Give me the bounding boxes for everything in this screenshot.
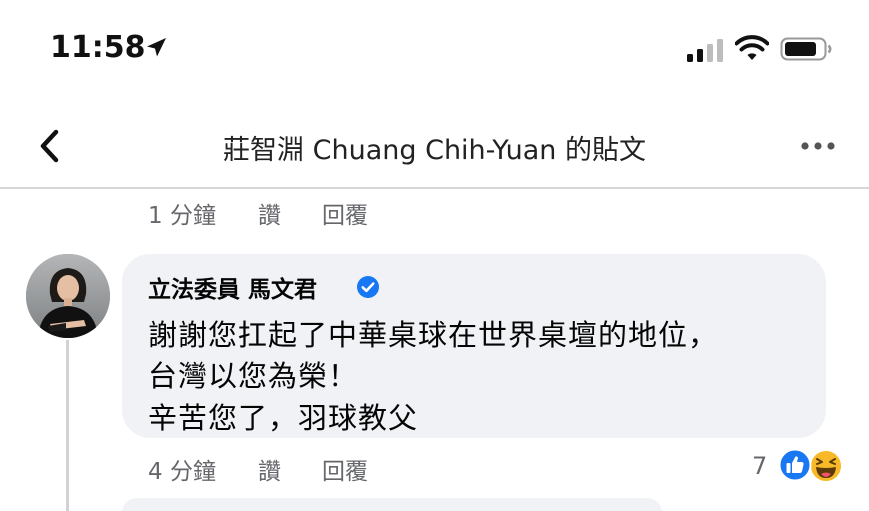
comment-text-line: 台灣以您為榮！	[148, 359, 359, 393]
like-reaction-icon[interactable]	[778, 448, 812, 482]
reaction-count[interactable]: 7	[752, 452, 767, 480]
verified-badge-icon	[357, 276, 379, 298]
status-time: 11:58	[50, 30, 146, 65]
wifi-icon	[735, 35, 769, 60]
comment-text-line: 辛苦您了，羽球教父	[148, 401, 419, 435]
comment-actions: 4 分鐘 讚回覆	[148, 452, 368, 486]
thread-line	[66, 340, 69, 511]
like-link[interactable]: 讚	[258, 452, 322, 486]
battery-icon	[780, 37, 832, 61]
avatar[interactable]	[26, 254, 110, 338]
comment-text-line: 謝謝您扛起了中華桌球在世界桌壇的地位，	[148, 318, 719, 352]
comment-timestamp: 4 分鐘	[148, 459, 216, 485]
cellular-signal-icon	[687, 39, 723, 62]
facebook-post-comments-screen: 11:58 莊智淵 Chuang Chih-Yuan 的貼文 1 分鐘讚回覆 立…	[0, 0, 869, 511]
more-options-button[interactable]	[798, 136, 838, 156]
next-comment-bubble[interactable]	[122, 498, 662, 511]
reply-link[interactable]: 回覆	[322, 196, 368, 230]
page-title: 莊智淵 Chuang Chih-Yuan 的貼文	[223, 135, 646, 166]
comment-author[interactable]: 立法委員 馬文君	[148, 270, 317, 304]
header-divider	[0, 187, 869, 189]
haha-reaction-icon[interactable]	[808, 448, 844, 484]
previous-comment-actions: 1 分鐘 讚回覆	[148, 196, 368, 230]
back-button[interactable]	[34, 126, 68, 166]
comment-timestamp: 1 分鐘	[148, 203, 216, 229]
reply-link[interactable]: 回覆	[322, 452, 368, 486]
location-arrow-icon	[147, 38, 166, 57]
like-link[interactable]: 讚	[258, 196, 322, 230]
